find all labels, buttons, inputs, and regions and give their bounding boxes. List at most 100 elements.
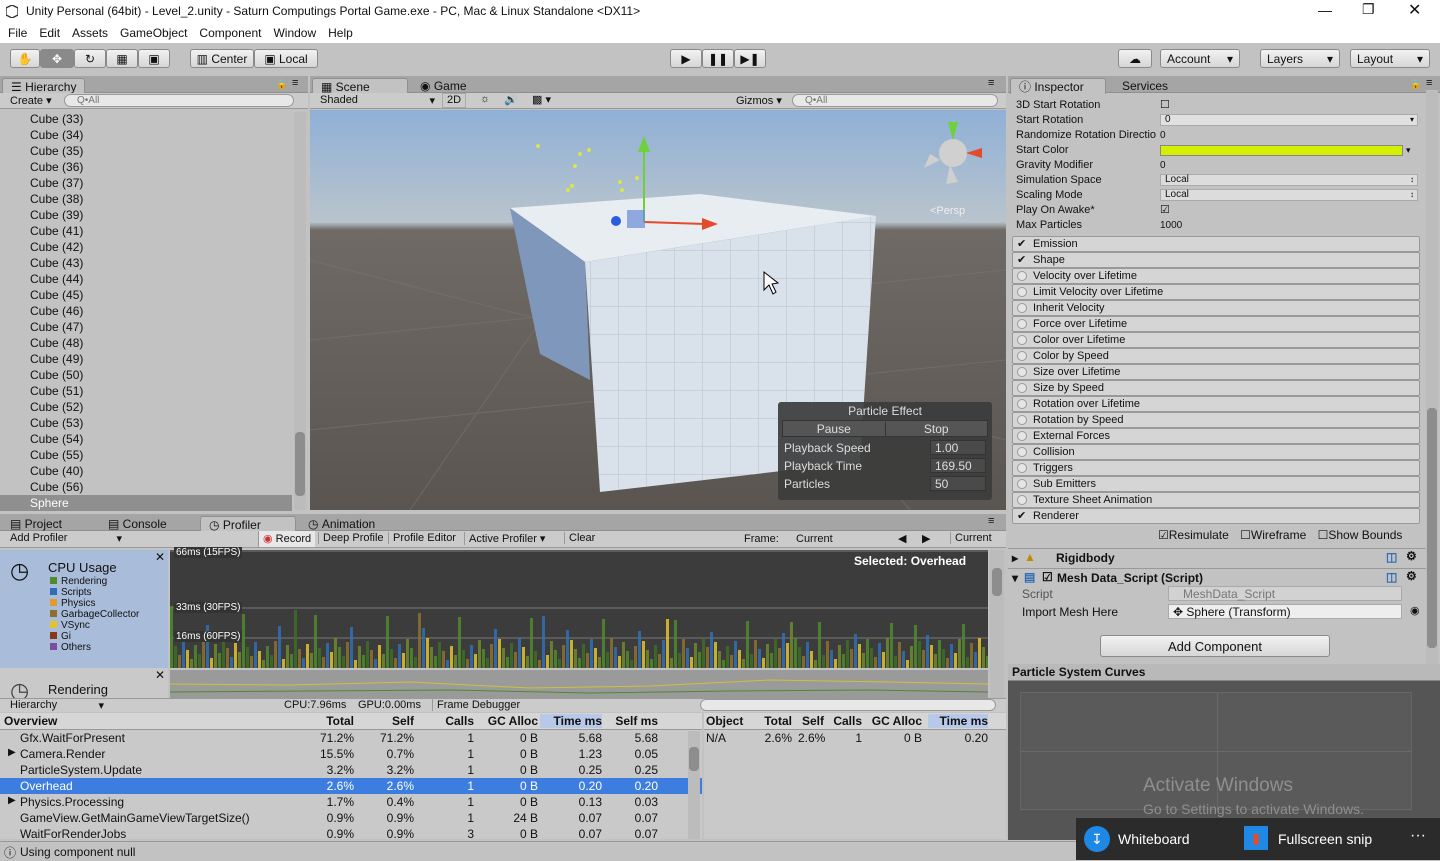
module-external-forces[interactable]: External Forces — [1012, 428, 1420, 444]
column-header[interactable]: Overview — [4, 714, 57, 728]
menu-component[interactable]: Component — [199, 26, 261, 40]
hierarchy-item[interactable]: Cube (38) — [0, 191, 292, 207]
expand-arrow-icon[interactable]: ▶ — [8, 795, 16, 806]
profiler-search-input[interactable] — [700, 699, 996, 711]
add-profiler-dropdown[interactable]: Add Profiler ▾ — [10, 532, 122, 545]
hierarchy-item[interactable]: Cube (49) — [0, 351, 292, 367]
module-toggle[interactable] — [1017, 399, 1027, 409]
rotate-tool-icon[interactable]: ↻ — [74, 49, 106, 68]
layout-dropdown[interactable]: Layout ▾ — [1350, 49, 1430, 68]
graph-scrollbar[interactable] — [990, 550, 1004, 698]
rendering-graph[interactable] — [170, 670, 988, 698]
module-size-over-lifetime[interactable]: Size over Lifetime — [1012, 364, 1420, 380]
account-dropdown[interactable]: Account ▾ — [1160, 49, 1240, 68]
column-header[interactable]: Self ms — [608, 714, 658, 728]
property-value[interactable]: 1000 — [1160, 218, 1182, 233]
legend-item[interactable]: Rendering — [50, 576, 139, 587]
legend-item[interactable]: Others — [50, 642, 139, 653]
column-header[interactable]: Self — [364, 714, 414, 728]
particle-stat-value[interactable]: 1.00 — [930, 440, 986, 455]
start-color-swatch[interactable] — [1160, 145, 1403, 156]
panel-menu-icon[interactable]: ≡ — [988, 77, 994, 89]
property-checkbox[interactable]: ☐ — [1160, 98, 1170, 113]
deep-profile-toggle[interactable]: Deep Profile — [318, 532, 388, 544]
tab-profiler[interactable]: ◷ Profiler — [200, 516, 296, 532]
module-rotation-by-speed[interactable]: Rotation by Speed — [1012, 412, 1420, 428]
record-toggle[interactable]: ◉ Record — [258, 531, 316, 547]
hierarchy-item[interactable]: Cube (53) — [0, 415, 292, 431]
module-toggle[interactable] — [1017, 367, 1027, 377]
frame-debugger-button[interactable]: Frame Debugger — [432, 699, 520, 711]
move-tool-icon[interactable]: ✥ — [40, 49, 74, 68]
hierarchy-item[interactable]: Cube (41) — [0, 223, 292, 239]
module-size-by-speed[interactable]: Size by Speed — [1012, 380, 1420, 396]
menu-help[interactable]: Help — [328, 26, 353, 40]
module-limit-velocity-over-lifetime[interactable]: Limit Velocity over Lifetime — [1012, 284, 1420, 300]
object-table-row[interactable]: N/A 2.6% 2.6% 1 0 B 0.20 — [704, 730, 1006, 746]
hierarchy-item[interactable]: Cube (37) — [0, 175, 292, 191]
module-toggle[interactable] — [1017, 335, 1027, 345]
module-checkbox[interactable]: ✔ — [1017, 509, 1026, 523]
whiteboard-button[interactable]: Whiteboard — [1118, 831, 1190, 847]
menu-assets[interactable]: Assets — [72, 26, 108, 40]
hierarchy-item[interactable]: Cube (43) — [0, 255, 292, 271]
persp-label[interactable]: <Persp — [930, 205, 965, 217]
lock-icon[interactable]: 🔒 — [276, 79, 287, 90]
particle-stop-button[interactable]: Stop — [886, 422, 988, 436]
expand-arrow-icon[interactable]: ▶ — [8, 747, 16, 758]
shading-dropdown[interactable]: Shaded ▾ — [320, 94, 435, 107]
module-shape[interactable]: ✔ Shape — [1012, 252, 1420, 268]
scale-tool-icon[interactable]: ▦ — [106, 49, 138, 68]
panel-menu-icon[interactable]: ≡ — [292, 77, 298, 89]
tab-animation[interactable]: ◷ Animation — [300, 516, 383, 532]
add-component-button[interactable]: Add Component — [1100, 635, 1330, 657]
cpu-usage-section[interactable]: ◷ CPU Usage ✕ Rendering Scripts Physics Gar… — [0, 550, 168, 668]
hierarchy-item[interactable]: Sphere — [0, 495, 292, 511]
pause-button[interactable]: ❚❚ — [702, 49, 734, 68]
close-icon[interactable]: ✕ — [1408, 0, 1421, 20]
tab-hierarchy[interactable]: ☰ Hierarchy — [2, 78, 86, 94]
restore-icon[interactable]: ❐ — [1362, 1, 1375, 18]
column-header[interactable]: Time ms — [540, 714, 602, 728]
column-header[interactable]: GC Alloc — [480, 714, 538, 728]
table-row[interactable]: ParticleSystem.Update 3.2% 3.2% 1 0 B 0.25 0.2… — [0, 762, 702, 778]
pivot-local-button[interactable]: ▣ Local — [254, 49, 318, 68]
table-row[interactable]: ▶ Physics.Processing 1.7% 0.4% 1 0 B 0.13 0.03 — [0, 794, 702, 810]
scene-search-input[interactable]: Q•All — [792, 94, 998, 107]
panel-menu-icon[interactable]: ≡ — [988, 515, 994, 527]
legend-item[interactable]: VSync — [50, 620, 139, 631]
module-renderer[interactable]: ✔ Renderer — [1012, 508, 1420, 524]
hierarchy-item[interactable]: Cube (34) — [0, 127, 292, 143]
hierarchy-item[interactable]: Cube (33) — [0, 111, 292, 127]
close-icon[interactable]: ✕ — [155, 550, 165, 564]
column-header[interactable]: Calls — [418, 714, 474, 728]
column-header[interactable]: GC Alloc — [868, 714, 922, 728]
table-scrollbar[interactable] — [688, 731, 700, 839]
module-toggle[interactable] — [1017, 383, 1027, 393]
column-header[interactable]: Calls — [828, 714, 862, 728]
effects-icon[interactable]: ▩ ▾ — [532, 93, 551, 106]
property-value[interactable]: 0 — [1160, 128, 1166, 143]
hierarchy-item[interactable]: Cube (42) — [0, 239, 292, 255]
hierarchy-item[interactable]: Cube (54) — [0, 431, 292, 447]
property-value[interactable]: 0 — [1160, 158, 1166, 173]
hand-tool-icon[interactable]: ✋ — [10, 49, 40, 68]
scroll-thumb[interactable] — [689, 747, 699, 771]
hierarchy-item[interactable]: Cube (36) — [0, 159, 292, 175]
tab-project[interactable]: ▤ Project — [2, 516, 70, 532]
column-header[interactable]: Self — [798, 714, 824, 728]
hierarchy-item[interactable]: Cube (40) — [0, 463, 292, 479]
minimize-icon[interactable]: — — [1318, 2, 1332, 18]
scroll-thumb[interactable] — [1427, 408, 1437, 648]
module-toggle[interactable] — [1017, 479, 1027, 489]
wireframe-checkbox[interactable]: ☐ — [1240, 528, 1251, 542]
column-header[interactable]: Total — [758, 714, 792, 728]
particle-stat-value[interactable]: 50 — [930, 476, 986, 491]
hierarchy-item[interactable]: Cube (52) — [0, 399, 292, 415]
hierarchy-item[interactable]: Cube (50) — [0, 367, 292, 383]
table-row[interactable]: Gfx.WaitForPresent 71.2% 71.2% 1 0 B 5.68 5.68 — [0, 730, 702, 746]
hierarchy-item[interactable]: Cube (35) — [0, 143, 292, 159]
dropdown-arrow-icon[interactable]: ▾ — [1406, 143, 1411, 158]
enabled-checkbox[interactable]: ☑ — [1042, 570, 1053, 584]
active-profiler-dropdown[interactable]: Active Profiler ▾ — [464, 532, 549, 545]
